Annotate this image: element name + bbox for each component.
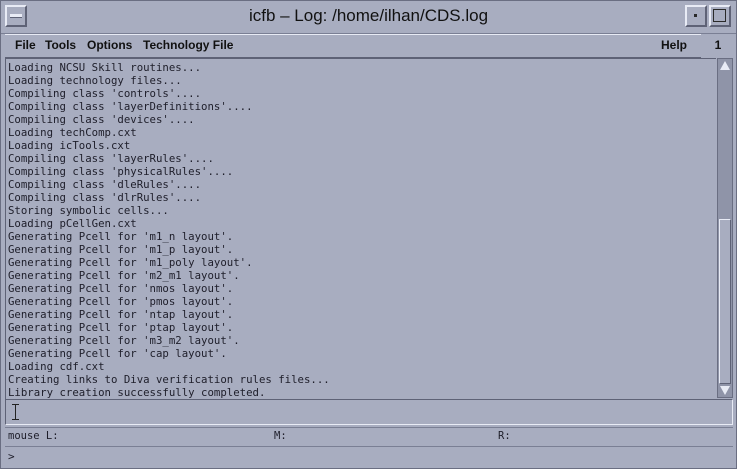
log-line: Loading NCSU Skill routines... (8, 61, 202, 74)
log-line: Loading pCellGen.cxt (8, 217, 137, 230)
log-line: Library creation successfully completed. (8, 386, 266, 399)
minimize-button[interactable] (685, 5, 707, 27)
log-line: Loading icTools.cxt (8, 139, 131, 152)
prompt-symbol: > (8, 450, 15, 463)
menu-tools[interactable]: Tools (45, 38, 76, 52)
menu-bar: File Tools Options Technology File Help (5, 34, 701, 58)
log-window: icfb – Log: /home/ilhan/CDS.log File Too… (0, 0, 737, 469)
mouse-middle-label: M: (274, 430, 287, 442)
log-lines: Loading NCSU Skill routines... Loading te… (6, 59, 716, 399)
title-bar[interactable]: icfb – Log: /home/ilhan/CDS.log (1, 1, 736, 34)
log-line: Generating Pcell for 'm1_p layout'. (8, 243, 234, 256)
log-line: Generating Pcell for 'm1_poly layout'. (8, 256, 253, 269)
mouse-status-bar: mouse L: M: R: (5, 427, 733, 444)
log-line: Generating Pcell for 'm3_m2 layout'. (8, 334, 240, 347)
log-line: Generating Pcell for 'pmos layout'. (8, 295, 234, 308)
log-line: Generating Pcell for 'nmos layout'. (8, 282, 234, 295)
scrollbar-thumb[interactable] (719, 219, 731, 384)
log-line: Compiling class 'layerRules'.... (8, 152, 214, 165)
log-line: Compiling class 'devices'.... (8, 113, 195, 126)
log-line: Loading cdf.cxt (8, 360, 105, 373)
log-line: Generating Pcell for 'm1_n layout'. (8, 230, 234, 243)
window-title: icfb – Log: /home/ilhan/CDS.log (248, 6, 489, 25)
log-line: Generating Pcell for 'ptap layout'. (8, 321, 234, 334)
log-line: Compiling class 'layerDefinitions'.... (8, 100, 253, 113)
log-line: Compiling class 'dleRules'.... (8, 178, 202, 191)
command-input[interactable] (5, 399, 733, 425)
minimize-icon (694, 14, 697, 17)
text-cursor-icon (12, 404, 20, 420)
mouse-right-label: R: (498, 430, 511, 442)
log-line: Generating Pcell for 'cap layout'. (8, 347, 227, 360)
maximize-button[interactable] (709, 5, 731, 27)
maximize-icon (713, 9, 726, 22)
scroll-up-arrow-icon[interactable] (720, 61, 730, 70)
log-line: Storing symbolic cells... (8, 204, 169, 217)
menu-options[interactable]: Options (87, 38, 132, 52)
log-line: Compiling class 'dlrRules'.... (8, 191, 202, 204)
log-line: Creating links to Diva verification rule… (8, 373, 330, 386)
log-line: Compiling class 'physicalRules'.... (8, 165, 234, 178)
log-line: Loading technology files... (8, 74, 182, 87)
log-line: Loading techComp.cxt (8, 126, 137, 139)
log-line: Compiling class 'controls'.... (8, 87, 202, 100)
vertical-scrollbar[interactable] (717, 58, 733, 398)
log-output[interactable]: Loading NCSU Skill routines... Loading te… (5, 58, 716, 400)
log-line: Generating Pcell for 'ntap layout'. (8, 308, 234, 321)
menu-technology-file[interactable]: Technology File (143, 38, 233, 52)
prompt-line: > (5, 446, 733, 467)
menu-file[interactable]: File (15, 38, 36, 52)
mouse-left-label: mouse L: (8, 430, 59, 442)
log-line: Generating Pcell for 'm2_m1 layout'. (8, 269, 240, 282)
scroll-down-arrow-icon[interactable] (720, 386, 730, 395)
page-number: 1 (714, 38, 722, 52)
menu-help[interactable]: Help (661, 38, 687, 52)
